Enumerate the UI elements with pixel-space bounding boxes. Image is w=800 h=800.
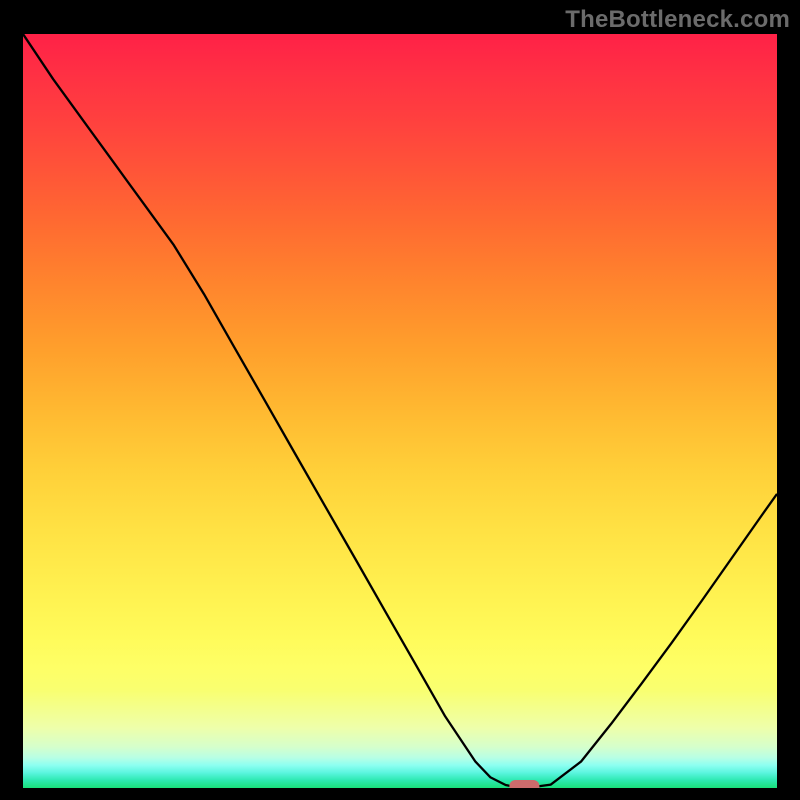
watermark-text: TheBottleneck.com xyxy=(565,6,790,34)
bottleneck-curve xyxy=(23,34,777,787)
chart-frame: TheBottleneck.com xyxy=(0,0,800,800)
chart-overlay xyxy=(23,34,777,788)
optimal-point-marker xyxy=(509,780,539,788)
